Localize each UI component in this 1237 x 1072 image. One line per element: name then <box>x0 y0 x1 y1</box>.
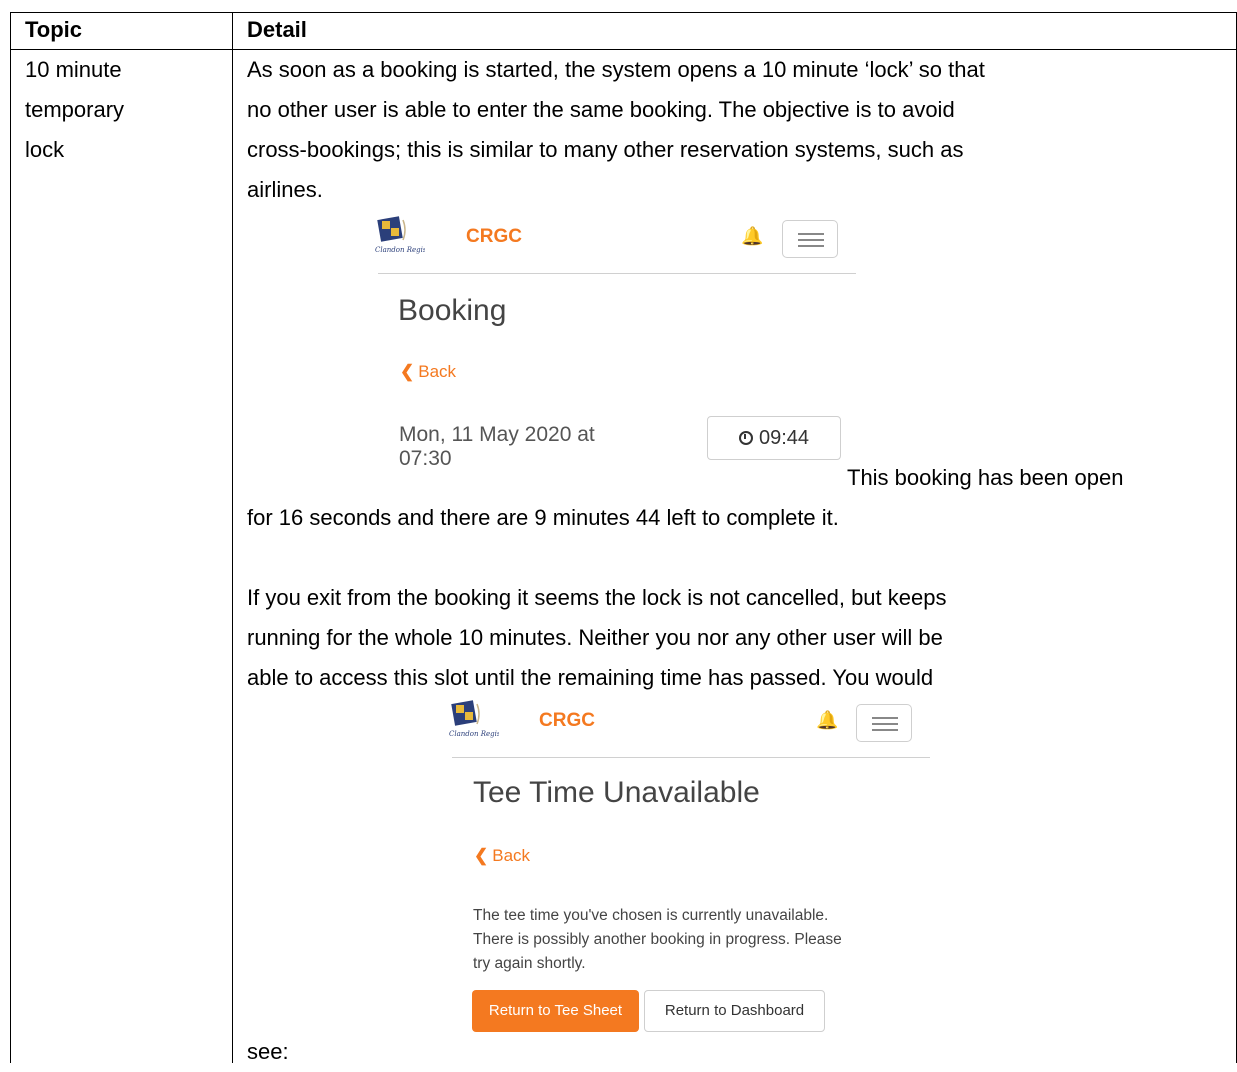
timer-value: 09:44 <box>758 427 810 449</box>
datetime-line: Mon, 11 May 2020 at <box>399 423 595 446</box>
back-label: Back <box>492 846 531 865</box>
clock-icon <box>738 431 753 445</box>
message-line: The tee time you've chosen is currently … <box>473 907 829 924</box>
back-link[interactable]: ❮ Back <box>400 362 456 382</box>
menu-bar <box>798 233 824 235</box>
logo-text: Clandon Regis <box>375 246 425 254</box>
detail-trailing-text: see: <box>247 1039 289 1064</box>
booking-screenshot: Clandon Regis CRGC 🔔 Booking ❮ Back Mon, … <box>368 212 856 502</box>
menu-bar <box>872 723 898 725</box>
message-line: There is possibly another booking in pro… <box>473 931 842 948</box>
topic-cell: 10 minute temporary lock <box>25 50 225 170</box>
return-to-dashboard-button[interactable]: Return to Dashboard <box>644 990 825 1032</box>
detail-paragraph-3: If you exit from the booking it seems th… <box>247 578 1237 698</box>
detail-inline-text: This booking has been open <box>847 465 1124 490</box>
text-line: cross-bookings; this is similar to many … <box>247 137 964 162</box>
brand-name: CRGC <box>466 226 522 247</box>
text-line: If you exit from the booking it seems th… <box>247 585 947 610</box>
topic-line: lock <box>25 137 65 162</box>
page-title: Tee Time Unavailable <box>473 776 760 809</box>
table-column-divider <box>232 12 233 1063</box>
booking-datetime: Mon, 11 May 2020 at 07:30 <box>399 423 699 471</box>
unavailable-screenshot: Clandon Regis CRGC 🔔 Tee Time Unavailabl… <box>442 696 932 1046</box>
detail-paragraph-2: for 16 seconds and there are 9 minutes 4… <box>247 505 839 530</box>
menu-button[interactable] <box>782 220 838 258</box>
detail-paragraph-1: As soon as a booking is started, the sys… <box>247 50 1237 210</box>
menu-button[interactable] <box>856 704 912 742</box>
header-topic: Topic <box>25 17 83 42</box>
menu-bar <box>798 239 824 241</box>
page-title: Booking <box>398 294 507 327</box>
header-divider <box>452 757 930 758</box>
text-line: airlines. <box>247 177 323 202</box>
topic-line: temporary <box>25 97 125 122</box>
text-line: running for the whole 10 minutes. Neithe… <box>247 625 943 650</box>
club-logo: Clandon Regis <box>375 216 425 254</box>
back-label: Back <box>418 362 457 381</box>
menu-bar <box>872 717 898 719</box>
topic-line: 10 minute <box>25 57 122 82</box>
text-line: able to access this slot until the remai… <box>247 665 934 690</box>
back-link[interactable]: ❮ Back <box>474 846 530 866</box>
countdown-timer: 09:44 <box>707 416 841 460</box>
unavailable-message: The tee time you've chosen is currently … <box>473 904 913 976</box>
club-logo: Clandon Regis <box>449 700 499 738</box>
header-divider <box>378 273 856 274</box>
menu-bar <box>798 245 824 247</box>
menu-bar <box>872 729 898 731</box>
bell-icon[interactable]: 🔔 <box>741 226 763 247</box>
bell-icon[interactable]: 🔔 <box>816 710 838 731</box>
chevron-left-icon: ❮ <box>400 362 415 381</box>
message-line: try again shortly. <box>473 955 586 972</box>
table-border-top <box>10 12 1237 13</box>
document-table: Topic Detail 10 minute temporary lock As… <box>10 12 1237 1064</box>
text-line: As soon as a booking is started, the sys… <box>247 57 985 82</box>
datetime-line: 07:30 <box>399 447 452 470</box>
text-line: no other user is able to enter the same … <box>247 97 955 122</box>
return-to-tee-sheet-button[interactable]: Return to Tee Sheet <box>472 990 639 1032</box>
logo-text: Clandon Regis <box>449 730 499 738</box>
brand-name: CRGC <box>539 710 595 731</box>
chevron-left-icon: ❮ <box>474 846 489 865</box>
header-detail: Detail <box>247 17 307 42</box>
table-border-left <box>10 12 11 1063</box>
